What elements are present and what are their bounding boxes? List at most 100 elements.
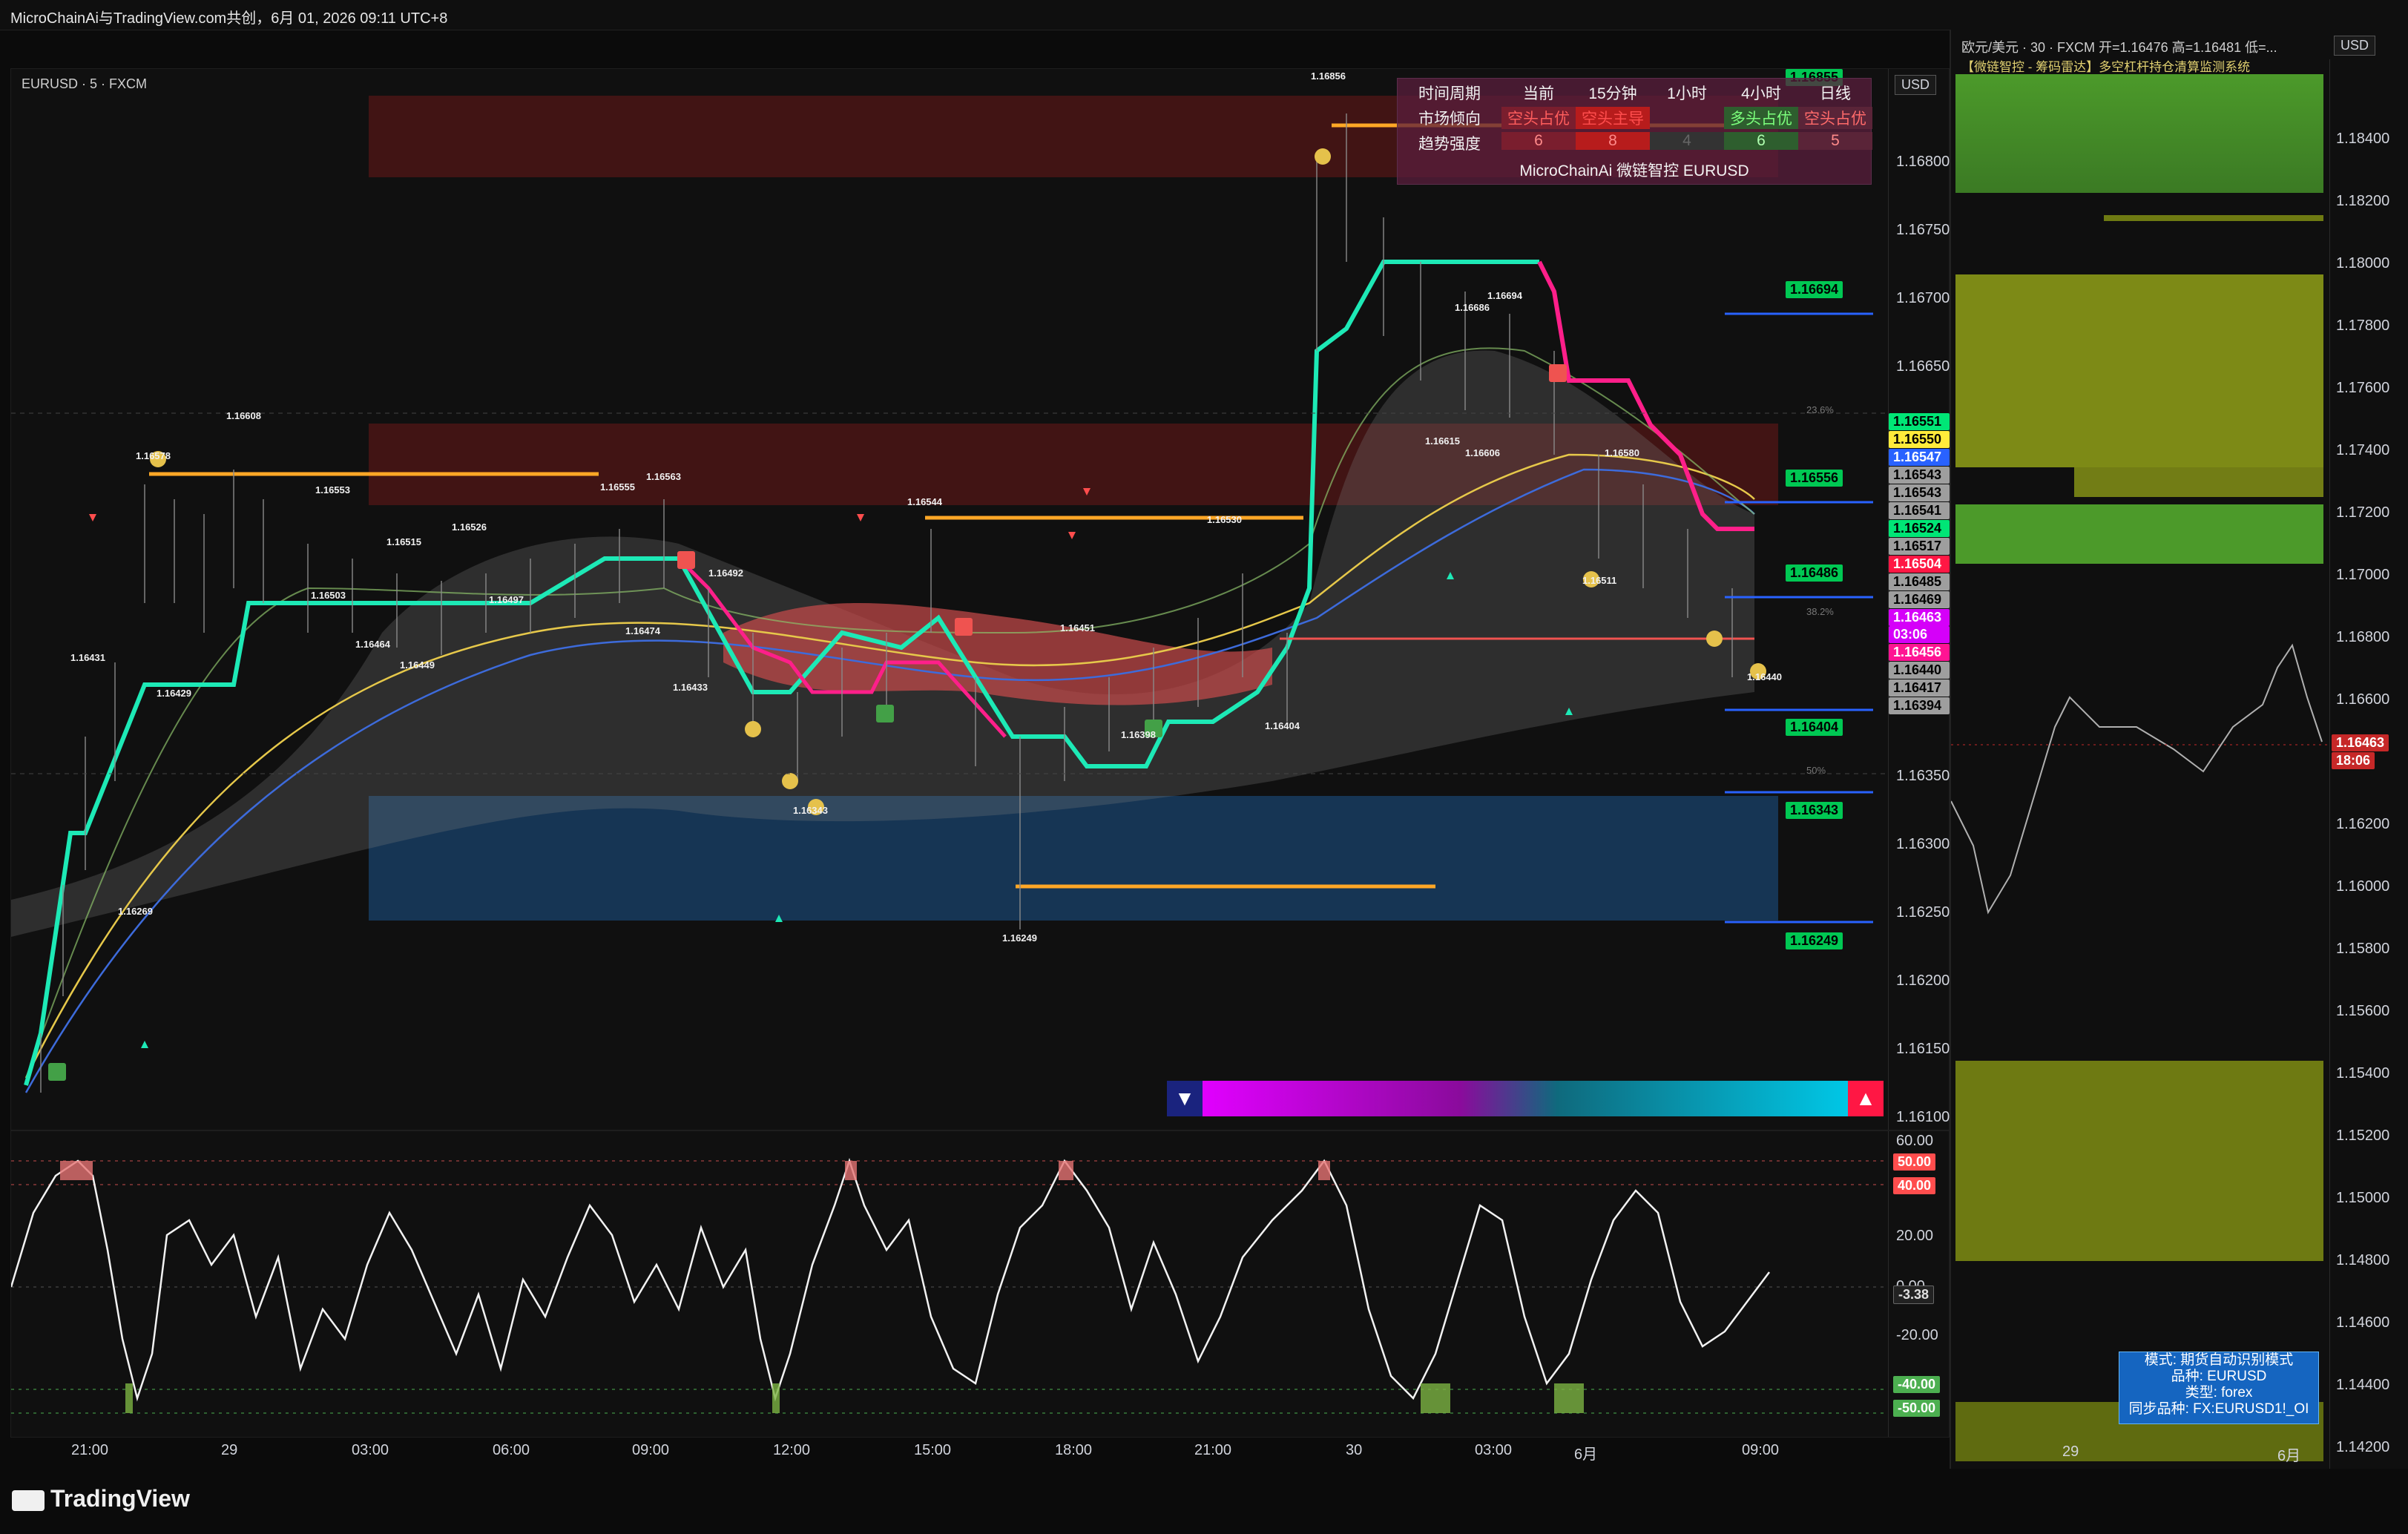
price-label: 1.16856: [1311, 70, 1346, 82]
axis-tag: 1.16504: [1889, 556, 1950, 573]
axis-tick: 1.14200: [2336, 1439, 2390, 1455]
strength-15m: 8: [1576, 132, 1650, 150]
time-tick: 18:00: [1055, 1442, 1093, 1458]
info-table-footer: MicroChainAi 微链智控 EURUSD: [1398, 156, 1871, 181]
axis-tags-stack: 1.16551 1.16550 1.16547 1.16543 1.16543 …: [1889, 413, 1950, 714]
axis-tick: 1.18400: [2336, 131, 2390, 147]
time-tick: 15:00: [914, 1442, 952, 1458]
time-tick: 03:00: [352, 1442, 389, 1458]
right-currency-button[interactable]: USD: [2334, 36, 2376, 56]
symbol-line: 品种: EURUSD: [2171, 1369, 2267, 1384]
price-label: 1.16515: [386, 536, 421, 547]
price-axis[interactable]: USD 1.16800 1.16750 1.16700 1.16650 1.16…: [1888, 69, 1950, 1130]
axis-tick: 1.16300: [1896, 836, 1950, 852]
osc-tag: 50.00: [1893, 1153, 1936, 1171]
axis-tag: 1.16456: [1889, 644, 1950, 661]
osc-tick: 60.00: [1896, 1133, 1934, 1149]
price-label: 1.16511: [1582, 575, 1617, 586]
info-table-strength-row: 趋势强度 6 8 4 6 5: [1398, 129, 1872, 154]
time-tick: 09:00: [632, 1442, 670, 1458]
time-tick: 21:00: [71, 1442, 109, 1458]
bias-label: 市场倾向: [1418, 111, 1481, 128]
bias-4h: 多头占优: [1724, 107, 1798, 129]
price-label: 1.16451: [1060, 622, 1095, 633]
tf-current: 当前: [1523, 85, 1554, 102]
axis-tick: 1.15800: [2336, 941, 2390, 957]
bias-15m: 空头主导: [1576, 107, 1650, 129]
price-label: 1.16615: [1425, 435, 1460, 447]
price-label: 1.16580: [1605, 447, 1639, 458]
tradingview-logo[interactable]: TradingView: [12, 1485, 190, 1512]
axis-tick: 1.16200: [2336, 816, 2390, 832]
price-label: 1.16694: [1487, 290, 1522, 301]
oscillator-axis: 60.00 50.00 40.00 20.00 0.00 -3.38 -20.0…: [1888, 1131, 1950, 1437]
time-axis[interactable]: 21:00 29 03:00 06:00 09:00 12:00 15:00 1…: [10, 1438, 1948, 1467]
axis-tick: 1.17800: [2336, 317, 2390, 334]
right-price-line: [1951, 643, 2323, 915]
info-table-header: 时间周期 当前 15分钟 1小时 4小时 日线: [1398, 79, 1871, 104]
gradient-strength-bar: ▼ ▲: [1167, 1081, 1884, 1116]
axis-tick: 1.16150: [1896, 1041, 1950, 1057]
price-label: 1.16343: [793, 805, 828, 816]
axis-tick: 1.16600: [2336, 691, 2390, 708]
brand-text: TradingView: [50, 1485, 190, 1512]
currency-button[interactable]: USD: [1895, 75, 1937, 95]
top-bar: MicroChainAi与TradingView.com共创，6月 01, 20…: [0, 0, 2408, 30]
price-label: 1.16526: [452, 521, 487, 533]
right-price-axis[interactable]: 1.18400 1.18200 1.18000 1.17800 1.17600 …: [2329, 59, 2408, 1469]
oversold-highlights: [125, 1383, 1584, 1413]
axis-tag: 1.16485: [1889, 573, 1950, 590]
axis-tick: 1.16700: [1896, 290, 1950, 306]
price-label: 1.16578: [136, 450, 171, 461]
fib-label: 38.2%: [1806, 606, 1834, 617]
price-label: 1.16398: [1121, 729, 1156, 740]
right-chart-pane[interactable]: 欧元/美元 · 30 · FXCM 开=1.16476 高=1.16481 低=…: [1950, 30, 2408, 1469]
axis-tag: 1.16524: [1889, 520, 1950, 537]
level-box: 1.16556: [1786, 470, 1843, 487]
axis-tag: 1.16551: [1889, 413, 1950, 430]
axis-tag: 1.16417: [1889, 679, 1950, 697]
osc-tag: -3.38: [1893, 1286, 1935, 1304]
axis-tag: 1.16543: [1889, 484, 1950, 501]
strength-daily: 5: [1798, 132, 1872, 150]
strength-1h: 4: [1650, 132, 1724, 150]
level-box: 1.16343: [1786, 802, 1843, 819]
axis-tick: 1.16800: [2336, 629, 2390, 645]
window-title: MicroChainAi与TradingView.com共创，6月 01, 20…: [10, 10, 448, 27]
fib-label: 50%: [1806, 765, 1826, 776]
price-chart-svg[interactable]: 23.6% 38.2% 50%: [11, 69, 1888, 1130]
axis-tick: 1.14800: [2336, 1252, 2390, 1268]
time-tick: 03:00: [1475, 1442, 1513, 1458]
main-chart-pane[interactable]: EURUSD · 5 · FXCM 23.6% 38.2% 50% 1.1685…: [10, 68, 1950, 1130]
axis-tick: 1.16250: [1896, 904, 1950, 921]
time-tick: 6月: [2277, 1448, 2301, 1464]
price-label: 1.16249: [1002, 932, 1037, 944]
axis-tag: 1.16543: [1889, 467, 1950, 484]
mode-info-box: 模式: 期货自动识别模式 品种: EURUSD 类型: forex 同步品种: …: [2119, 1352, 2319, 1424]
tf-1h: 1小时: [1667, 85, 1707, 102]
axis-tick: 1.16800: [1896, 154, 1950, 170]
axis-tick: 1.16750: [1896, 222, 1950, 238]
axis-tick: 1.18200: [2336, 193, 2390, 209]
price-label: 1.16686: [1455, 302, 1490, 313]
price-label: 1.16530: [1207, 514, 1242, 525]
right-last-price-tag: 1.16463: [2332, 734, 2389, 751]
time-tick: 6月: [1574, 1446, 1598, 1463]
price-label: 1.16606: [1465, 447, 1500, 458]
axis-tag: 1.16550: [1889, 431, 1950, 448]
time-tick: 29: [221, 1442, 238, 1458]
axis-tag: 1.16463: [1889, 609, 1950, 626]
tf-daily: 日线: [1820, 85, 1851, 102]
oscillator-pane[interactable]: 60.00 50.00 40.00 20.00 0.00 -3.38 -20.0…: [10, 1130, 1950, 1438]
right-last-time-tag: 18:06: [2332, 752, 2375, 769]
level-box: 1.16486: [1786, 564, 1843, 582]
axis-tick: 1.15000: [2336, 1190, 2390, 1206]
timeframe-label: 时间周期: [1418, 85, 1481, 102]
axis-tick: 1.16650: [1896, 358, 1950, 375]
price-label: 1.16404: [1265, 720, 1300, 731]
axis-tag: 1.16469: [1889, 591, 1950, 608]
osc-tick: -20.00: [1896, 1327, 1938, 1343]
tf-4h: 4小时: [1741, 85, 1781, 102]
time-tick: 29: [2062, 1444, 2079, 1460]
axis-tick: 1.15400: [2336, 1065, 2390, 1082]
